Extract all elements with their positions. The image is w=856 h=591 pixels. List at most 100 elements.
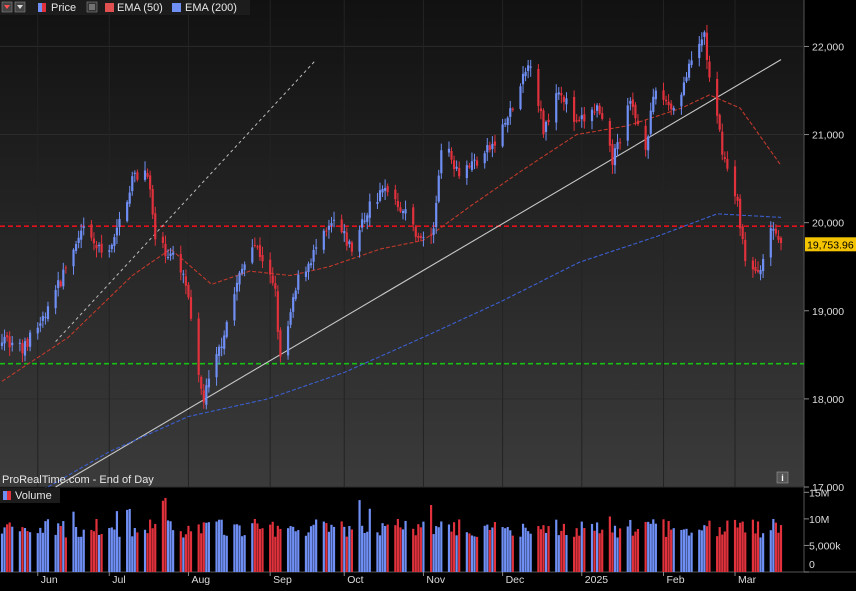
volume-bar-down xyxy=(488,529,491,572)
candle-up xyxy=(544,121,548,133)
legend-price-label: Price xyxy=(51,2,76,14)
candle-down xyxy=(493,141,497,146)
volume-bar-down xyxy=(573,536,576,572)
price-swatch-up xyxy=(38,3,42,12)
candle-up xyxy=(698,43,701,59)
candle-down xyxy=(593,111,596,113)
candle-down xyxy=(475,160,479,166)
volume-bar-up xyxy=(465,532,468,572)
candle-up xyxy=(133,172,136,174)
info-icon[interactable]: i xyxy=(776,471,789,484)
dropdown-icon[interactable] xyxy=(14,1,26,13)
candle-up xyxy=(80,230,83,240)
candle-down xyxy=(6,335,9,338)
volume-tick-label: 0 xyxy=(809,559,815,571)
volume-bar-down xyxy=(179,531,182,572)
volume-bar-up xyxy=(613,525,617,572)
candle-up xyxy=(703,32,706,37)
candle-up xyxy=(72,249,75,267)
candle-up xyxy=(39,323,42,326)
candle-up xyxy=(580,115,583,120)
candle-up xyxy=(447,148,451,153)
volume-bar-up xyxy=(580,521,583,572)
volume-bar-down xyxy=(601,529,604,572)
candle-up xyxy=(166,257,170,259)
volume-bar-down xyxy=(608,516,611,572)
volume-bar-up xyxy=(685,528,688,572)
volume-bar-up xyxy=(243,535,246,572)
volume-bar-up xyxy=(172,530,175,572)
candle-down xyxy=(274,283,277,289)
volume-bar-up xyxy=(72,511,75,572)
candle-down xyxy=(777,236,780,240)
volume-bar-down xyxy=(726,520,729,572)
candle-down xyxy=(340,219,343,233)
volume-bar-down xyxy=(705,526,709,572)
candle-up xyxy=(401,210,405,214)
volume-bar-down xyxy=(197,524,200,572)
candle-down xyxy=(271,275,274,284)
volume-bar-down xyxy=(6,524,9,572)
price-tick-label: 22,000 xyxy=(812,41,844,53)
volume-bar-down xyxy=(279,528,282,572)
volume-bar-down xyxy=(154,523,157,572)
candle-up xyxy=(11,342,14,346)
volume-bar-up xyxy=(215,521,218,572)
candle-up xyxy=(519,86,522,109)
candle-down xyxy=(197,318,200,375)
candle-down xyxy=(187,284,190,298)
volume-swatch-down xyxy=(7,491,11,500)
candle-up xyxy=(700,39,703,46)
candle-up xyxy=(118,218,121,228)
volume-bar-down xyxy=(200,533,203,572)
volume-bar-up xyxy=(286,528,290,572)
price-tick-label: 20,000 xyxy=(812,218,844,230)
volume-bar-down xyxy=(631,535,634,572)
volume-bar-down xyxy=(636,528,640,572)
candle-up xyxy=(596,105,599,111)
volume-bar-up xyxy=(223,534,226,572)
candle-down xyxy=(345,232,348,246)
volume-bar-down xyxy=(777,532,780,572)
candle-up xyxy=(215,354,218,378)
volume-bar-up xyxy=(289,526,292,572)
volume-bar-up xyxy=(18,531,21,572)
volume-bar-up xyxy=(74,526,78,572)
candle-up xyxy=(772,229,775,231)
volume-bar-up xyxy=(115,511,119,572)
volume-bar-up xyxy=(23,528,27,572)
candle-up xyxy=(18,342,21,344)
menu-icon[interactable] xyxy=(1,1,13,13)
candle-up xyxy=(649,110,652,134)
candle-up xyxy=(358,230,361,252)
volume-bar-down xyxy=(562,523,565,572)
candle-up xyxy=(521,73,525,85)
volume-bar-down xyxy=(26,531,29,572)
candle-up xyxy=(555,93,558,123)
volume-bar-down xyxy=(598,533,601,572)
volume-bar-down xyxy=(708,520,711,572)
candle-up xyxy=(647,136,650,151)
legend-bar: Price EMA (50) EMA (200) xyxy=(0,0,250,15)
volume-bar-up xyxy=(698,529,701,572)
candle-up xyxy=(110,244,113,249)
volume-bar-up xyxy=(509,530,512,572)
volume-bar-down xyxy=(258,528,262,572)
candle-down xyxy=(741,226,744,240)
volume-bar-down xyxy=(412,528,415,572)
volume-bar-down xyxy=(667,520,670,572)
volume-bar-down xyxy=(664,536,668,572)
volume-bar-up xyxy=(327,531,331,572)
volume-bar-up xyxy=(527,531,530,572)
candle-down xyxy=(468,165,471,168)
candle-up xyxy=(312,249,315,262)
candle-up xyxy=(654,90,657,100)
candle-up xyxy=(348,241,351,244)
candle-up xyxy=(205,385,208,405)
candle-down xyxy=(164,243,167,257)
candle-up xyxy=(46,306,50,320)
candle-down xyxy=(258,245,262,258)
candle-up xyxy=(82,226,85,228)
candle-down xyxy=(269,259,272,275)
volume-bar-up xyxy=(432,534,435,572)
